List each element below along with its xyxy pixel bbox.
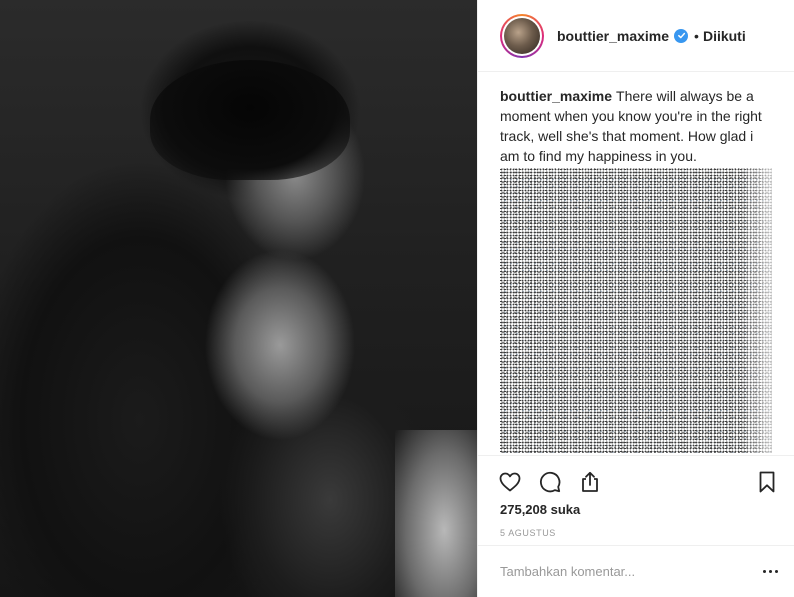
post-caption: bouttier_maxime There will always be a mo… [478,72,794,455]
pixelated-comments [500,168,772,453]
avatar[interactable] [500,13,544,58]
photo-highlight [395,430,477,597]
post-photo[interactable] [0,0,477,597]
post-header: bouttier_maxime • Diikuti [478,0,794,72]
post-actions: 275,208 suka 5 AGUSTUS [478,455,794,545]
comment-input[interactable] [500,564,759,579]
like-count[interactable]: 275,208 suka [478,502,794,517]
follow-status-button[interactable]: Diikuti [703,28,746,44]
caption-username[interactable]: bouttier_maxime [500,88,612,104]
more-options-icon[interactable] [759,562,781,582]
comment-bar [478,545,794,597]
action-bar [478,456,794,498]
photo-shadow [150,60,350,180]
share-icon[interactable] [578,470,602,494]
post-side-panel: bouttier_maxime • Diikuti bouttier_maxim… [477,0,794,597]
header-separator: • [694,27,699,44]
bookmark-icon[interactable] [755,470,779,494]
verified-badge-icon [674,28,689,43]
post-date[interactable]: 5 AGUSTUS [478,528,794,538]
avatar-image [504,17,540,54]
comment-bubble-icon[interactable] [538,470,562,494]
heart-icon[interactable] [498,470,522,494]
author-username[interactable]: bouttier_maxime [557,28,669,44]
